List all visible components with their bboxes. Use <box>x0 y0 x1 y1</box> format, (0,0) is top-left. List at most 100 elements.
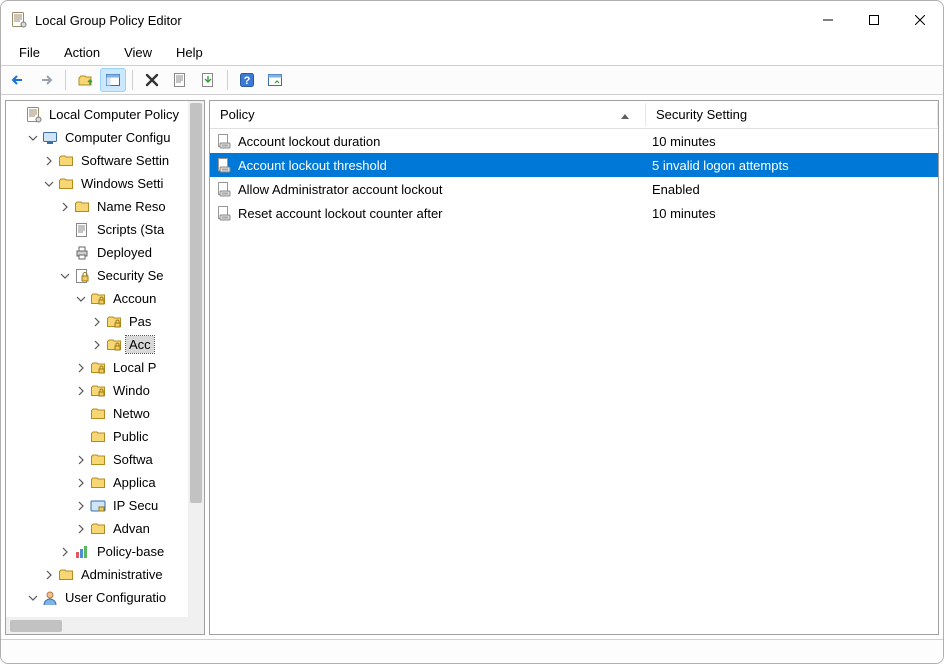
chevron-right-icon[interactable] <box>74 499 88 513</box>
tree-node[interactable]: User Configuratio <box>6 586 204 609</box>
delete-button[interactable] <box>139 68 165 92</box>
tree-node-label: Scripts (Sta <box>94 221 167 238</box>
tree-node[interactable]: Scripts (Sta <box>6 218 204 241</box>
policy-icon <box>216 157 232 173</box>
tree-node[interactable]: Local Computer Policy <box>6 103 204 126</box>
tree-node[interactable]: Windo <box>6 379 204 402</box>
folder-icon <box>90 406 106 422</box>
tree-node-label: Administrative <box>78 566 166 583</box>
tree-horizontal-scrollbar[interactable] <box>6 617 204 634</box>
app-icon <box>11 12 27 28</box>
gpedit-icon <box>26 107 42 123</box>
chevron-right-icon[interactable] <box>42 568 56 582</box>
chevron-down-icon[interactable] <box>26 131 40 145</box>
tree-node-label: Windo <box>110 382 153 399</box>
tree-node[interactable]: Pas <box>6 310 204 333</box>
policy-row[interactable]: Account lockout duration10 minutes <box>210 129 938 153</box>
folder-icon <box>90 521 106 537</box>
close-button[interactable] <box>897 4 943 36</box>
scroll-thumb[interactable] <box>190 103 202 503</box>
tree-node-label: Deployed <box>94 244 155 261</box>
tree-node[interactable]: Software Settin <box>6 149 204 172</box>
tree-twisty-none <box>74 430 88 444</box>
tree-node[interactable]: Public <box>6 425 204 448</box>
tree-twisty-none <box>58 223 72 237</box>
maximize-button[interactable] <box>851 4 897 36</box>
policy-icon <box>216 133 232 149</box>
folder-icon <box>58 567 74 583</box>
chevron-down-icon[interactable] <box>42 177 56 191</box>
properties-button[interactable] <box>167 68 193 92</box>
folderLock-icon <box>90 360 106 376</box>
menubar: File Action View Help <box>1 39 943 65</box>
chevron-right-icon[interactable] <box>74 476 88 490</box>
tree-node[interactable]: Security Se <box>6 264 204 287</box>
tree-node[interactable]: Computer Configu <box>6 126 204 149</box>
tree-node-label: Accoun <box>110 290 159 307</box>
policy-row[interactable]: Reset account lockout counter after10 mi… <box>210 201 938 225</box>
tree-node[interactable]: Name Reso <box>6 195 204 218</box>
tree-node[interactable]: Advan <box>6 517 204 540</box>
chevron-down-icon[interactable] <box>58 269 72 283</box>
chevron-down-icon[interactable] <box>74 292 88 306</box>
tree-node[interactable]: Policy-base <box>6 540 204 563</box>
column-security-setting[interactable]: Security Setting <box>646 103 938 126</box>
policy-list: Account lockout duration10 minutesAccoun… <box>210 129 938 634</box>
chevron-right-icon[interactable] <box>42 154 56 168</box>
tree-scroll[interactable]: Local Computer Policy Computer Configu Sof… <box>6 101 204 617</box>
tree-node[interactable]: Deployed <box>6 241 204 264</box>
chevron-right-icon[interactable] <box>90 315 104 329</box>
help-button[interactable]: ? <box>234 68 260 92</box>
refresh-button[interactable] <box>262 68 288 92</box>
tree-node-label: Computer Configu <box>62 129 174 146</box>
tree-node[interactable]: Netwo <box>6 402 204 425</box>
tree-node[interactable]: Local P <box>6 356 204 379</box>
tree-node[interactable]: Softwa <box>6 448 204 471</box>
list-pane: Policy Security Setting Account lockout … <box>209 100 939 635</box>
tree-node[interactable]: Administrative <box>6 563 204 586</box>
column-policy[interactable]: Policy <box>210 103 646 126</box>
tree-node[interactable]: IP Secu <box>6 494 204 517</box>
tree-node-label: Name Reso <box>94 198 169 215</box>
policy-row[interactable]: Allow Administrator account lockoutEnabl… <box>210 177 938 201</box>
chevron-right-icon[interactable] <box>74 522 88 536</box>
tree-node[interactable]: Acc <box>6 333 204 356</box>
chevron-right-icon[interactable] <box>90 338 104 352</box>
chevron-right-icon[interactable] <box>74 361 88 375</box>
chevron-right-icon[interactable] <box>58 200 72 214</box>
scroll-thumb[interactable] <box>10 620 62 632</box>
chevron-right-icon[interactable] <box>74 384 88 398</box>
tree-node-label: Softwa <box>110 451 156 468</box>
policy-row[interactable]: Account lockout threshold5 invalid logon… <box>210 153 938 177</box>
chevron-down-icon[interactable] <box>26 591 40 605</box>
policy-icon <box>216 205 232 221</box>
tree-node[interactable]: Accoun <box>6 287 204 310</box>
menu-help[interactable]: Help <box>166 42 213 63</box>
body: Local Computer Policy Computer Configu Sof… <box>1 95 943 639</box>
show-hide-tree-button[interactable] <box>100 68 126 92</box>
menu-file[interactable]: File <box>9 42 50 63</box>
chevron-right-icon[interactable] <box>74 453 88 467</box>
policy-value: 5 invalid logon attempts <box>646 158 938 173</box>
tree-node-label: Security Se <box>94 267 166 284</box>
policy-value: Enabled <box>646 182 938 197</box>
window-controls <box>805 4 943 36</box>
chevron-right-icon[interactable] <box>58 545 72 559</box>
tree-node-label: Windows Setti <box>78 175 166 192</box>
tree-node-label: Advan <box>110 520 153 537</box>
tree-node[interactable]: Applica <box>6 471 204 494</box>
user-icon <box>42 590 58 606</box>
minimize-button[interactable] <box>805 4 851 36</box>
ipsec-icon <box>90 498 106 514</box>
menu-action[interactable]: Action <box>54 42 110 63</box>
tree-node-label: Local P <box>110 359 159 376</box>
back-button[interactable] <box>5 68 31 92</box>
menu-view[interactable]: View <box>114 42 162 63</box>
toolbar: ? <box>1 65 943 95</box>
export-button[interactable] <box>195 68 221 92</box>
up-button[interactable] <box>72 68 98 92</box>
tree-node[interactable]: Windows Setti <box>6 172 204 195</box>
tree-vertical-scrollbar[interactable] <box>188 101 204 617</box>
forward-button[interactable] <box>33 68 59 92</box>
tree-node-label: Software Settin <box>78 152 172 169</box>
